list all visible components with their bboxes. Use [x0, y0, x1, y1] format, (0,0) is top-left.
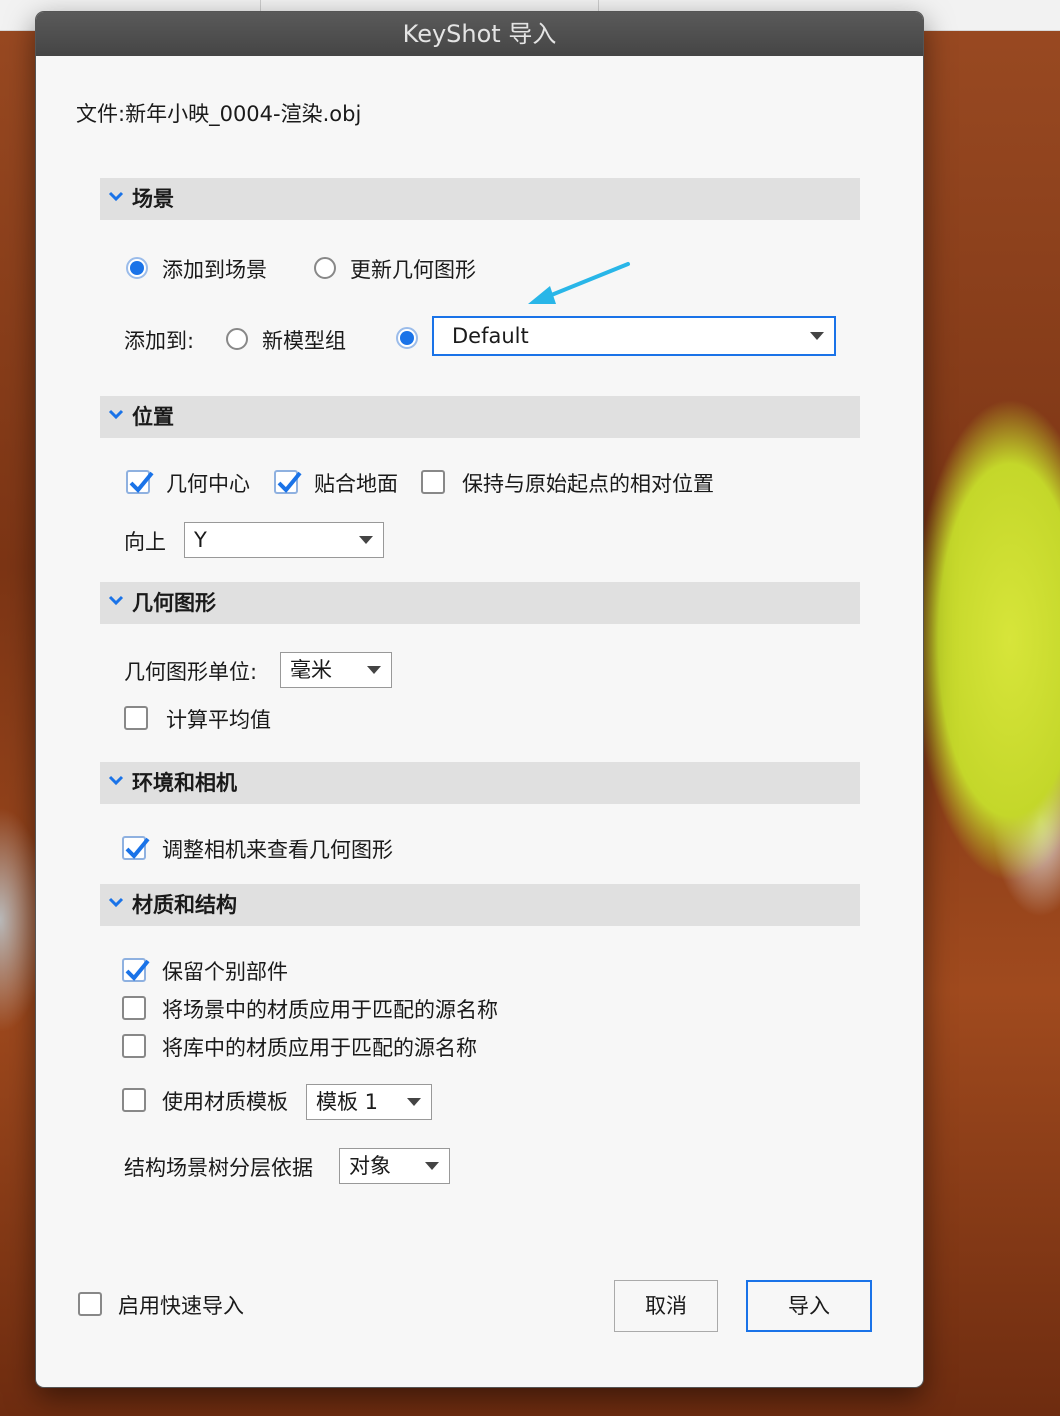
target-group-select[interactable]: Default: [432, 316, 836, 356]
import-dialog: KeyShot 导入 文件:新年小映_0004-渲染.obj 场景 添加到场景 …: [36, 12, 923, 1387]
add-to-label: 添加到:: [124, 329, 195, 353]
radio-new-model-group-label: 新模型组: [262, 329, 346, 353]
radio-update-geometry[interactable]: [314, 257, 336, 279]
section-position[interactable]: 位置: [100, 396, 860, 438]
radio-update-geometry-label: 更新几何图形: [350, 258, 476, 282]
checkbox-adjust-camera[interactable]: [122, 836, 150, 860]
section-scene[interactable]: 场景: [100, 178, 860, 220]
chevron-down-icon: [108, 775, 124, 786]
geometry-unit-label: 几何图形单位:: [124, 660, 258, 684]
chevron-down-icon: [108, 409, 124, 420]
section-geometry[interactable]: 几何图形: [100, 582, 860, 624]
cancel-button[interactable]: 取消: [614, 1280, 718, 1332]
radio-add-to-scene[interactable]: [126, 257, 148, 279]
hierarchy-select[interactable]: 对象: [339, 1148, 450, 1184]
checkbox-geometry-center[interactable]: [126, 470, 154, 494]
target-group-value: Default: [452, 324, 529, 348]
file-line: 文件:新年小映_0004-渲染.obj: [76, 98, 361, 128]
use-template-label: 使用材质模板: [162, 1090, 288, 1114]
section-position-title: 位置: [132, 405, 174, 429]
radio-new-model-group[interactable]: [226, 328, 248, 350]
snap-to-ground-label: 贴合地面: [314, 472, 398, 496]
compute-average-label: 计算平均值: [166, 708, 271, 732]
up-axis-label: 向上: [124, 530, 166, 554]
radio-existing-group[interactable]: [396, 327, 418, 349]
keep-relative-label: 保持与原始起点的相对位置: [462, 472, 714, 496]
chevron-down-icon: [108, 191, 124, 202]
fast-import-label: 启用快速导入: [118, 1294, 244, 1318]
chevron-down-icon: [108, 595, 124, 606]
checkbox-apply-library-materials[interactable]: [122, 1034, 146, 1058]
hierarchy-value: 对象: [349, 1154, 391, 1178]
geometry-unit-select[interactable]: 毫米: [280, 652, 392, 688]
section-materials[interactable]: 材质和结构: [100, 884, 860, 926]
dropdown-arrow-icon: [810, 332, 824, 340]
chevron-down-icon: [108, 897, 124, 908]
checkbox-use-template[interactable]: [122, 1088, 146, 1112]
checkbox-keep-relative[interactable]: [421, 470, 445, 494]
checkbox-snap-to-ground[interactable]: [274, 470, 302, 494]
section-materials-title: 材质和结构: [132, 893, 237, 917]
up-axis-select[interactable]: Y: [184, 522, 384, 558]
annotation-arrow-icon: [528, 262, 630, 304]
up-axis-value: Y: [194, 528, 207, 552]
adjust-camera-label: 调整相机来查看几何图形: [162, 838, 393, 862]
hierarchy-label: 结构场景树分层依据: [124, 1156, 313, 1180]
apply-scene-materials-label: 将场景中的材质应用于匹配的源名称: [162, 998, 498, 1022]
dropdown-arrow-icon: [425, 1162, 439, 1170]
dropdown-arrow-icon: [359, 536, 373, 544]
section-environment-title: 环境和相机: [132, 771, 237, 795]
dropdown-arrow-icon: [367, 666, 381, 674]
checkbox-keep-parts[interactable]: [122, 958, 150, 982]
dialog-title: KeyShot 导入: [36, 12, 923, 56]
apply-library-materials-label: 将库中的材质应用于匹配的源名称: [162, 1036, 477, 1060]
geometry-center-label: 几何中心: [166, 472, 250, 496]
checkbox-apply-scene-materials[interactable]: [122, 996, 146, 1020]
file-label: 文件:: [76, 102, 126, 126]
checkmark-icon: [125, 959, 150, 981]
checkmark-icon: [129, 471, 154, 493]
file-name: 新年小映_0004-渲染.obj: [125, 102, 362, 126]
section-scene-title: 场景: [132, 187, 174, 211]
template-value: 模板 1: [316, 1090, 379, 1114]
checkbox-fast-import[interactable]: [78, 1292, 102, 1316]
checkmark-icon: [277, 471, 302, 493]
section-environment[interactable]: 环境和相机: [100, 762, 860, 804]
import-button[interactable]: 导入: [746, 1280, 872, 1332]
template-select[interactable]: 模板 1: [306, 1084, 432, 1120]
geometry-unit-value: 毫米: [290, 658, 332, 682]
checkbox-compute-average[interactable]: [124, 706, 148, 730]
checkmark-icon: [125, 837, 150, 859]
keep-parts-label: 保留个别部件: [162, 960, 288, 984]
dropdown-arrow-icon: [407, 1098, 421, 1106]
section-geometry-title: 几何图形: [132, 591, 216, 615]
radio-add-to-scene-label: 添加到场景: [162, 258, 267, 282]
